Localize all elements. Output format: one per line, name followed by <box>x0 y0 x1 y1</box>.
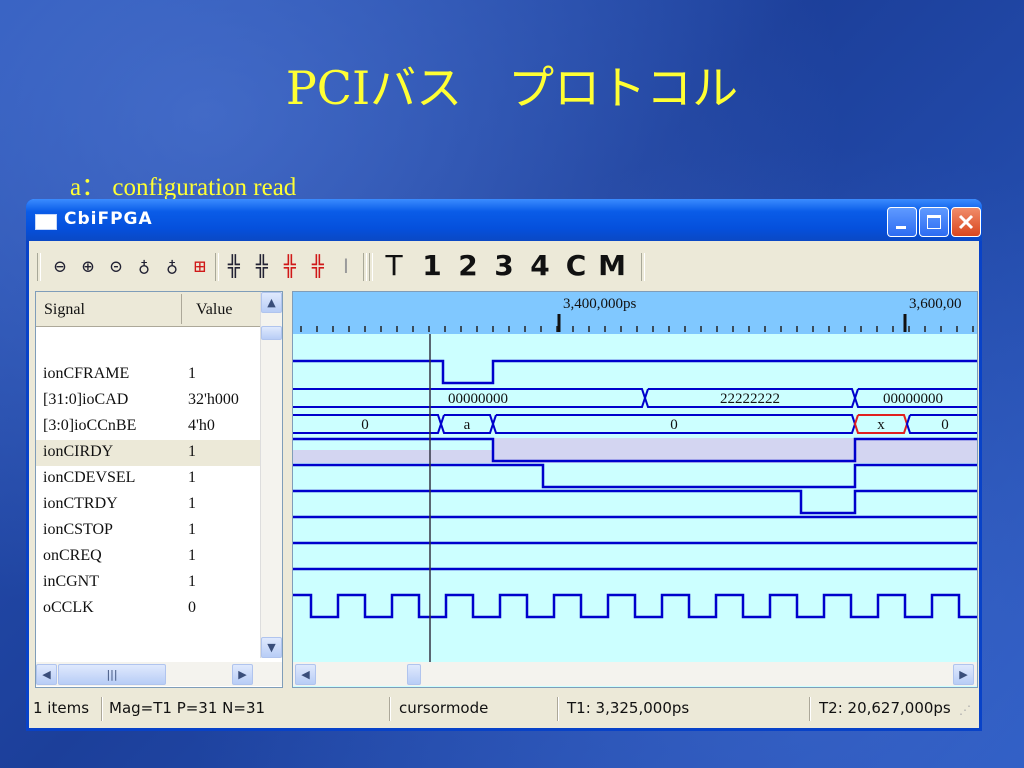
signal-value: 32'h000 <box>188 391 239 408</box>
signal-row[interactable]: onCREQ 1 <box>36 544 260 570</box>
zoom-out-cursor-icon[interactable]: ♁ <box>159 251 185 281</box>
signal-name: ionCDEVSEL <box>43 469 136 486</box>
signal-value: 1 <box>188 365 196 382</box>
scroll-left-button[interactable]: ◀ <box>36 664 57 685</box>
status-items: 1 items <box>33 699 90 717</box>
prev-edge-icon[interactable]: ╬ <box>221 251 247 281</box>
bus-ioccnbe-value: x <box>877 417 885 433</box>
status-bar: 1 items Mag=T1 P=31 N=31 cursormode T1: … <box>29 693 979 725</box>
bus-iocad-value: 00000000 <box>883 391 943 407</box>
title-bar[interactable]: CbiFPGA <box>26 199 982 241</box>
signal-name: ionCFRAME <box>43 365 130 382</box>
waveform-hscrollbar[interactable]: ◀ ▶ <box>293 662 977 686</box>
minimize-button[interactable] <box>887 207 917 237</box>
toolbar: ⊖ ⊕ ⊝ ♁ ♁ ⊞ ╬ ╬ ╬ ╬ Ⅰ T 1 2 3 4 C M <box>29 247 979 287</box>
bus-ioccnbe-value: 0 <box>361 417 369 433</box>
signal-name: oCCLK <box>43 599 94 616</box>
signal-value: 4'h0 <box>188 417 215 434</box>
signal-name: onCREQ <box>43 547 102 564</box>
signal-row[interactable]: ionCFRAME 1 <box>36 362 260 388</box>
next-edge-icon[interactable]: ╬ <box>249 251 275 281</box>
trace-occlk <box>293 593 977 619</box>
scroll-right-button[interactable]: ▶ <box>232 664 253 685</box>
column-header-signal[interactable]: Signal <box>44 301 85 319</box>
prev-edge-red-icon[interactable]: ╬ <box>277 251 303 281</box>
signal-row[interactable]: inCGNT 1 <box>36 570 260 596</box>
signal-value: 1 <box>188 495 196 512</box>
slide-title: PCIバス プロトコル <box>285 61 739 115</box>
signal-row[interactable]: ionCTRDY 1 <box>36 492 260 518</box>
marker-disabled-icon: Ⅰ <box>343 254 349 278</box>
signal-value: 1 <box>188 573 196 590</box>
scroll-thumb[interactable] <box>261 326 282 340</box>
trace-ioncdevsel <box>293 463 977 489</box>
signal-value: 1 <box>188 469 196 486</box>
marker-1-button[interactable]: 1 <box>417 251 447 281</box>
signal-name: [31:0]ioCAD <box>43 391 129 408</box>
marker-t-button[interactable]: T <box>379 251 409 281</box>
bus-ioccnbe-value: a <box>464 417 471 433</box>
close-button[interactable] <box>951 207 981 237</box>
bus-ioccnbe-value: 0 <box>941 417 949 433</box>
maximize-button[interactable] <box>919 207 949 237</box>
signal-row[interactable]: [3:0]ioCCnBE 4'h0 <box>36 414 260 440</box>
resize-grip[interactable]: ⋰ <box>959 703 971 717</box>
zoom-in-icon[interactable]: ⊕ <box>75 251 101 281</box>
next-edge-red-icon[interactable]: ╬ <box>305 251 331 281</box>
signal-value: 1 <box>188 443 196 460</box>
signal-value: 0 <box>188 599 196 616</box>
zoom-out-icon[interactable]: ⊖ <box>47 251 73 281</box>
hscroll-thumb[interactable] <box>407 664 421 685</box>
slide-subtitle: a： configuration read <box>70 174 297 201</box>
trace-ionctrdy <box>293 489 977 515</box>
signal-row[interactable]: ionCDEVSEL 1 <box>36 466 260 492</box>
waveform-window: CbiFPGA ⊖ ⊕ ⊝ ♁ ♁ ⊞ ╬ ╬ ╬ ╬ Ⅰ T 1 2 3 4 … <box>26 199 982 731</box>
hscroll-thumb[interactable]: ||| <box>58 664 166 685</box>
signal-row[interactable]: [31:0]ioCAD 32'h000 <box>36 388 260 414</box>
status-t2: T2: 20,627,000ps <box>819 699 951 717</box>
signal-row[interactable]: ionCSTOP 1 <box>36 518 260 544</box>
signal-name: [3:0]ioCCnBE <box>43 417 137 434</box>
app-icon <box>35 214 57 230</box>
waveform-pane[interactable]: 3,400,000ps 3,600,00 00000000 22222222 000… <box>292 291 978 688</box>
signal-name: inCGNT <box>43 573 99 590</box>
bus-iocad-value: 22222222 <box>720 391 780 407</box>
marker-2-button[interactable]: 2 <box>453 251 483 281</box>
status-mode: cursormode <box>399 699 489 717</box>
marker-4-button[interactable]: 4 <box>525 251 555 281</box>
window-title: CbiFPGA <box>64 209 153 229</box>
zoom-in-cursor-icon[interactable]: ♁ <box>131 251 157 281</box>
waveform-traces: 00000000 22222222 000000000 a 0 x 0 <box>293 314 977 662</box>
scroll-up-button[interactable]: ▲ <box>261 292 282 313</box>
signal-value: 1 <box>188 547 196 564</box>
signal-list-vscrollbar[interactable]: ▲ ▼ <box>260 292 282 658</box>
bus-ioccnbe-value: 0 <box>670 417 678 433</box>
zoom-range-icon[interactable]: ⊞ <box>187 251 213 281</box>
signal-list-pane: Signal Value ionCFRAME 1 [31:0]ioCAD 32'h00… <box>35 291 283 688</box>
close-icon <box>958 214 974 230</box>
signal-list-hscrollbar[interactable]: ◀ ||| ▶ <box>36 662 282 686</box>
zoom-fit-icon[interactable]: ⊝ <box>103 251 129 281</box>
status-t1: T1: 3,325,000ps <box>567 699 690 717</box>
signal-row[interactable]: ionCIRDY 1 <box>36 440 260 466</box>
scroll-left-button[interactable]: ◀ <box>295 664 316 685</box>
bus-iocad-value: 00000000 <box>448 391 508 407</box>
marker-3-button[interactable]: 3 <box>489 251 519 281</box>
signal-name: ionCTRDY <box>43 495 118 512</box>
scroll-down-button[interactable]: ▼ <box>261 637 282 658</box>
marker-c-button[interactable]: C <box>561 251 591 281</box>
column-header-value[interactable]: Value <box>196 301 232 319</box>
signal-value: 1 <box>188 521 196 538</box>
trace-ioncframe <box>293 359 977 385</box>
signal-name: ionCIRDY <box>43 443 114 460</box>
scroll-right-button[interactable]: ▶ <box>953 664 974 685</box>
status-mag: Mag=T1 P=31 N=31 <box>109 699 266 717</box>
signal-row[interactable]: oCCLK 0 <box>36 596 260 622</box>
marker-m-button[interactable]: M <box>597 251 627 281</box>
signal-list-header: Signal Value <box>36 292 260 327</box>
signal-name: ionCSTOP <box>43 521 113 538</box>
